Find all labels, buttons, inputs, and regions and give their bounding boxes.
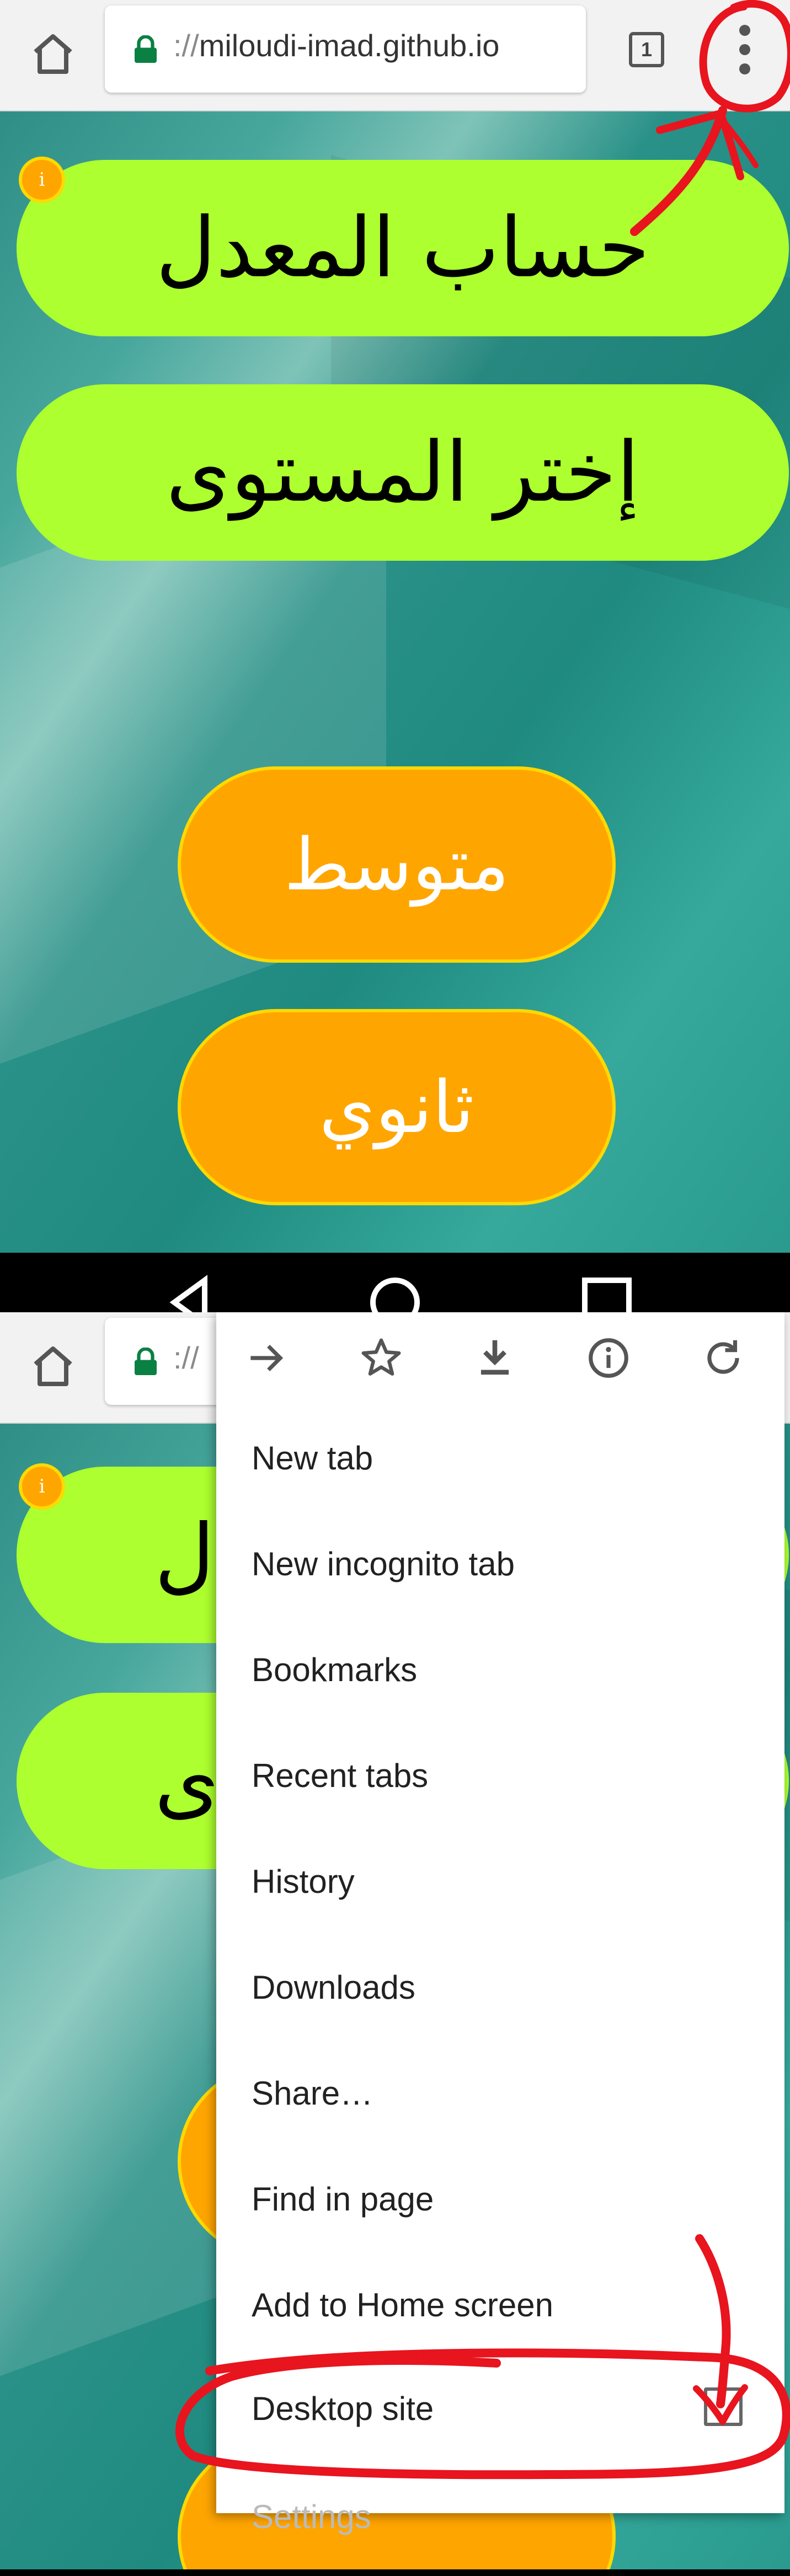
recents-icon[interactable] <box>579 1275 634 1312</box>
screenshot-browser-menu: :// ل i ى New tab New incognito tab Book… <box>0 1312 790 2576</box>
menu-item-settings-partial[interactable]: Settings <box>252 2498 371 2536</box>
url-text: ://miloudi-imad.github.io <box>173 28 500 63</box>
browser-overflow-menu: New tab New incognito tab Bookmarks Rece… <box>216 1312 784 2535</box>
address-bar[interactable]: ://miloudi-imad.github.io <box>105 6 586 93</box>
page-title: حساب المعدل <box>17 160 789 336</box>
browser-toolbar: ://miloudi-imad.github.io 1 <box>0 0 790 111</box>
desktop-site-checkbox[interactable] <box>704 2387 743 2426</box>
info-badge[interactable]: i <box>19 157 65 203</box>
info-badge[interactable]: i <box>19 1463 65 1510</box>
home-icon[interactable] <box>26 28 79 80</box>
menu-icon-row <box>216 1312 784 1404</box>
forward-icon[interactable] <box>243 1334 290 1382</box>
more-vert-icon[interactable] <box>728 22 761 77</box>
menu-item-add-to-home-screen[interactable]: Add to Home screen <box>252 2286 553 2324</box>
level-button-secondary[interactable]: ثانوي <box>178 1009 616 1205</box>
bottom-edge <box>0 2569 790 2576</box>
android-nav-bar <box>0 1253 790 1312</box>
screenshot-browser-page: ://miloudi-imad.github.io 1 حساب المعدل … <box>0 0 790 1253</box>
info-icon[interactable] <box>585 1334 632 1382</box>
refresh-icon[interactable] <box>700 1334 747 1382</box>
web-page: حساب المعدل i إختر المستوى متوسط ثانوي <box>0 111 790 1253</box>
menu-item-new-tab[interactable]: New tab <box>252 1439 373 1477</box>
menu-item-desktop-site[interactable]: Desktop site <box>252 2390 434 2428</box>
url-text: :// <box>173 1340 199 1375</box>
lock-icon <box>135 1348 157 1375</box>
menu-item-bookmarks[interactable]: Bookmarks <box>252 1651 417 1689</box>
star-icon[interactable] <box>357 1334 405 1382</box>
menu-item-history[interactable]: History <box>252 1863 355 1901</box>
back-icon[interactable] <box>163 1275 218 1312</box>
level-button-middle[interactable]: متوسط <box>178 766 616 963</box>
menu-item-new-incognito-tab[interactable]: New incognito tab <box>252 1545 515 1583</box>
tab-switcher-button[interactable]: 1 <box>629 32 664 67</box>
home-nav-icon[interactable] <box>367 1275 423 1312</box>
lock-icon <box>135 35 157 63</box>
menu-item-recent-tabs[interactable]: Recent tabs <box>252 1757 428 1795</box>
download-icon[interactable] <box>471 1334 519 1382</box>
menu-item-share[interactable]: Share… <box>252 2074 373 2112</box>
home-icon[interactable] <box>26 1340 79 1393</box>
menu-item-find-in-page[interactable]: Find in page <box>252 2180 434 2218</box>
level-prompt: إختر المستوى <box>17 384 789 561</box>
menu-item-downloads[interactable]: Downloads <box>252 1968 415 2006</box>
